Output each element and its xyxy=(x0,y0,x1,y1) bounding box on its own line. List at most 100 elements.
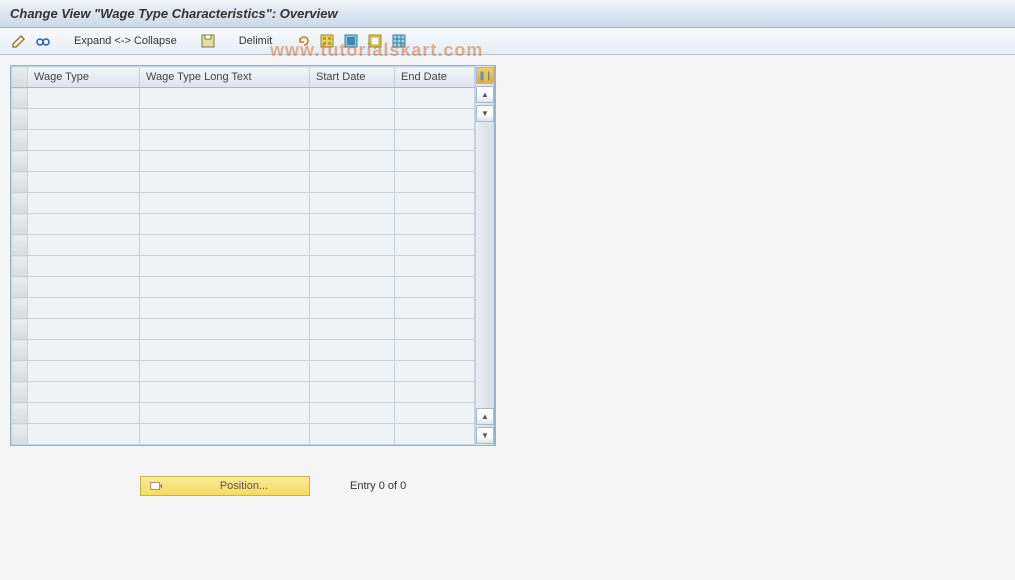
table-row[interactable] xyxy=(12,88,475,109)
row-select-handle[interactable] xyxy=(12,277,28,298)
row-select-handle[interactable] xyxy=(12,403,28,424)
cell[interactable] xyxy=(310,319,395,340)
scroll-up-bottom-button[interactable]: ▲ xyxy=(476,408,494,425)
cell[interactable] xyxy=(310,109,395,130)
cell[interactable] xyxy=(28,130,140,151)
cell[interactable] xyxy=(28,193,140,214)
table-row[interactable] xyxy=(12,151,475,172)
cell[interactable] xyxy=(310,403,395,424)
cell[interactable] xyxy=(28,151,140,172)
cell[interactable] xyxy=(28,382,140,403)
cell[interactable] xyxy=(395,130,475,151)
cell[interactable] xyxy=(310,214,395,235)
cell[interactable] xyxy=(140,403,310,424)
cell[interactable] xyxy=(140,382,310,403)
cell[interactable] xyxy=(395,382,475,403)
cell[interactable] xyxy=(395,88,475,109)
expand-collapse-button[interactable]: Expand <-> Collapse xyxy=(70,35,181,47)
cell[interactable] xyxy=(28,340,140,361)
cell[interactable] xyxy=(28,424,140,445)
cell[interactable] xyxy=(28,109,140,130)
cell[interactable] xyxy=(310,193,395,214)
cell[interactable] xyxy=(140,256,310,277)
table-row[interactable] xyxy=(12,214,475,235)
row-select-handle[interactable] xyxy=(12,172,28,193)
table-row[interactable] xyxy=(12,235,475,256)
cell[interactable] xyxy=(140,88,310,109)
select-all-icon[interactable] xyxy=(318,32,336,50)
save-icon[interactable] xyxy=(199,32,217,50)
row-select-handle[interactable] xyxy=(12,319,28,340)
cell[interactable] xyxy=(140,172,310,193)
cell[interactable] xyxy=(310,235,395,256)
cell[interactable] xyxy=(310,340,395,361)
scroll-down-top-button[interactable]: ▼ xyxy=(476,105,494,122)
cell[interactable] xyxy=(140,214,310,235)
cell[interactable] xyxy=(310,382,395,403)
cell[interactable] xyxy=(310,256,395,277)
table-row[interactable] xyxy=(12,298,475,319)
table-row[interactable] xyxy=(12,193,475,214)
cell[interactable] xyxy=(28,277,140,298)
table-row[interactable] xyxy=(12,424,475,445)
cell[interactable] xyxy=(28,172,140,193)
cell[interactable] xyxy=(140,340,310,361)
undo-icon[interactable] xyxy=(294,32,312,50)
table-row[interactable] xyxy=(12,340,475,361)
col-wage-type[interactable]: Wage Type xyxy=(28,67,140,88)
cell[interactable] xyxy=(140,130,310,151)
cell[interactable] xyxy=(28,235,140,256)
cell[interactable] xyxy=(28,298,140,319)
row-select-header[interactable] xyxy=(12,67,28,88)
cell[interactable] xyxy=(140,424,310,445)
cell[interactable] xyxy=(140,193,310,214)
cell[interactable] xyxy=(28,214,140,235)
cell[interactable] xyxy=(140,151,310,172)
cell[interactable] xyxy=(395,277,475,298)
cell[interactable] xyxy=(395,235,475,256)
cell[interactable] xyxy=(310,130,395,151)
cell[interactable] xyxy=(140,361,310,382)
col-start-date[interactable]: Start Date xyxy=(310,67,395,88)
cell[interactable] xyxy=(395,151,475,172)
cell[interactable] xyxy=(395,319,475,340)
col-end-date[interactable]: End Date xyxy=(395,67,475,88)
cell[interactable] xyxy=(140,235,310,256)
row-select-handle[interactable] xyxy=(12,130,28,151)
cell[interactable] xyxy=(140,277,310,298)
cell[interactable] xyxy=(395,424,475,445)
table-row[interactable] xyxy=(12,277,475,298)
row-select-handle[interactable] xyxy=(12,256,28,277)
cell[interactable] xyxy=(395,340,475,361)
col-long-text[interactable]: Wage Type Long Text xyxy=(140,67,310,88)
cell[interactable] xyxy=(395,172,475,193)
row-select-handle[interactable] xyxy=(12,151,28,172)
cell[interactable] xyxy=(310,277,395,298)
row-select-handle[interactable] xyxy=(12,424,28,445)
table-row[interactable] xyxy=(12,256,475,277)
row-select-handle[interactable] xyxy=(12,382,28,403)
cell[interactable] xyxy=(310,151,395,172)
cell[interactable] xyxy=(28,319,140,340)
table-row[interactable] xyxy=(12,361,475,382)
cell[interactable] xyxy=(310,172,395,193)
cell[interactable] xyxy=(28,403,140,424)
cell[interactable] xyxy=(28,361,140,382)
scroll-up-button[interactable]: ▲ xyxy=(476,86,494,103)
cell[interactable] xyxy=(140,298,310,319)
glasses-icon[interactable] xyxy=(34,32,52,50)
table-settings-icon[interactable] xyxy=(390,32,408,50)
position-button[interactable]: Position... xyxy=(140,476,310,496)
pencil-icon[interactable] xyxy=(10,32,28,50)
row-select-handle[interactable] xyxy=(12,193,28,214)
cell[interactable] xyxy=(395,403,475,424)
row-select-handle[interactable] xyxy=(12,109,28,130)
table-row[interactable] xyxy=(12,403,475,424)
cell[interactable] xyxy=(395,109,475,130)
cell[interactable] xyxy=(140,109,310,130)
table-row[interactable] xyxy=(12,172,475,193)
cell[interactable] xyxy=(395,193,475,214)
deselect-all-icon[interactable] xyxy=(366,32,384,50)
cell[interactable] xyxy=(310,424,395,445)
cell[interactable] xyxy=(310,361,395,382)
